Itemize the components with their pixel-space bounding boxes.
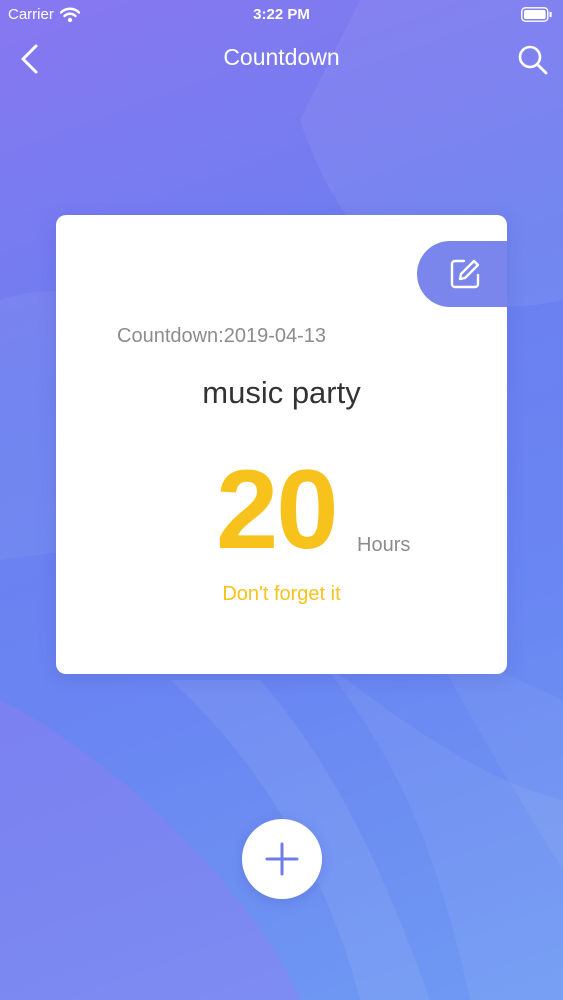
count-value: 20: [216, 447, 339, 572]
countdown-card[interactable]: Countdown:2019-04-13 music party 20 Hour…: [56, 215, 507, 674]
reminder-text: Don't forget it: [222, 583, 341, 605]
nav-bar: Countdown: [0, 30, 563, 86]
plus-icon: [265, 842, 299, 876]
add-countdown-button[interactable]: [242, 819, 322, 899]
countdown-screen: Carrier 3:22 PM Countdown Countdown:2019…: [0, 0, 563, 1000]
edit-button[interactable]: [417, 241, 507, 307]
page-title: Countdown: [223, 44, 340, 70]
count-unit: Hours: [357, 534, 411, 556]
battery-icon: [521, 7, 553, 26]
edit-icon: [450, 259, 480, 289]
event-title: music party: [202, 375, 361, 410]
countdown-date: Countdown:2019-04-13: [117, 325, 327, 347]
status-time: 3:22 PM: [253, 6, 310, 23]
search-button[interactable]: [515, 42, 551, 78]
status-bar: Carrier 3:22 PM: [0, 0, 563, 30]
search-icon: [518, 45, 548, 75]
